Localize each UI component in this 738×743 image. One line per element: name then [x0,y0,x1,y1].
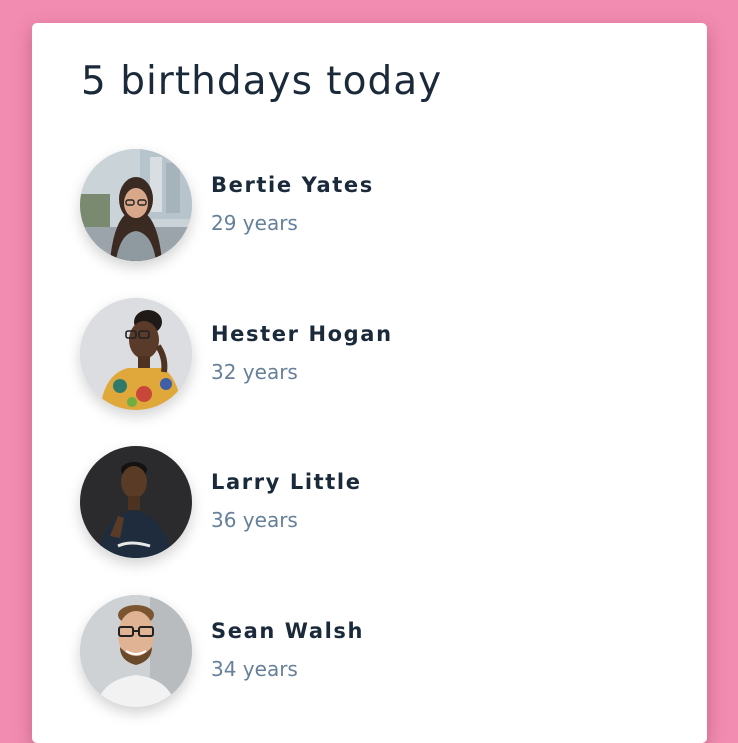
person-name: Bertie Yates [211,173,374,197]
avatar [80,149,192,261]
person-age: 36 years [211,508,298,532]
avatar-photo-icon [80,446,192,558]
person-age: 29 years [211,211,298,235]
avatar [80,446,192,558]
list-item: Hester Hogan 32 years [80,298,640,412]
person-age: 32 years [211,360,298,384]
avatar-photo-icon [80,149,192,261]
person-age: 34 years [211,657,298,681]
birthday-card: 5 birthdays today Bertie Yates 29 years [32,23,707,743]
avatar [80,595,192,707]
list-item: Sean Walsh 34 years [80,595,640,709]
list-item: Bertie Yates 29 years [80,149,640,263]
avatar-photo-icon [80,298,192,410]
person-name: Larry Little [211,470,362,494]
person-name: Hester Hogan [211,322,393,346]
avatar [80,298,192,410]
person-name: Sean Walsh [211,619,365,643]
page-title: 5 birthdays today [81,59,443,104]
avatar-photo-icon [80,595,192,707]
list-item: Larry Little 36 years [80,446,640,560]
